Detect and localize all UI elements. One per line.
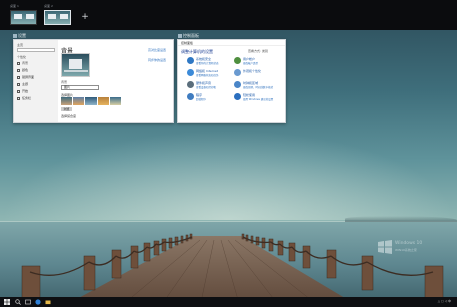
sidebar-item-themes[interactable]: 主题 — [17, 82, 28, 86]
preview-taskbar — [64, 70, 88, 72]
desktop-1-label: 桌面 1 — [10, 4, 19, 8]
cp-item-programs[interactable]: 程序 卸载程序 — [187, 93, 233, 105]
picture-thumbnail[interactable] — [97, 97, 109, 105]
sidebar-item-colors[interactable]: 颜色 — [17, 68, 28, 72]
mini-window — [60, 14, 68, 19]
cp-item-sub: 查看你的计算机状态 — [196, 62, 219, 65]
programs-icon — [187, 93, 194, 100]
sidebar-item-background[interactable]: 背景 — [17, 61, 28, 65]
brush-icon — [17, 82, 20, 86]
sky-glow — [0, 130, 457, 220]
windows-start-icon[interactable] — [4, 299, 10, 305]
settings-sidebar: 主页 个性化 背景 颜色 锁屏界面 主题 开始 任务栏 — [14, 40, 58, 122]
sidebar-item-taskbar[interactable]: 任务栏 — [17, 96, 31, 100]
mini-window — [14, 14, 22, 19]
view-by-dropdown[interactable]: 查看方式: 类别 — [248, 49, 268, 53]
cp-item-hardware[interactable]: 硬件和声音 查看设备和打印机 — [187, 81, 233, 93]
sidebar-item-lock-screen[interactable]: 锁屏界面 — [17, 75, 34, 79]
picture-thumbnail[interactable] — [73, 97, 85, 105]
cp-item-title: 外观和个性化 — [243, 69, 262, 73]
mini-window — [48, 14, 56, 19]
settings-main: 背景 高对比度设置 同步你的设置 背景 图片 选择图片 浏览 选择契合度 — [58, 40, 173, 122]
printer-icon — [187, 81, 194, 88]
desktop-2-thumbnail[interactable] — [44, 10, 71, 25]
sidebar-item-label: 任务栏 — [22, 96, 32, 100]
fit-label: 选择契合度 — [61, 114, 77, 118]
cp-item-sub: 卸载程序 — [196, 98, 207, 101]
picture-thumbnail[interactable] — [85, 97, 97, 105]
virtual-desktops-bar: 桌面 1 桌面 2 + — [0, 0, 457, 30]
background-dropdown[interactable]: 图片 — [61, 85, 99, 90]
background-preview — [61, 53, 90, 77]
accessibility-icon — [234, 93, 241, 100]
cp-item-ease-of-access[interactable]: 轻松使用 使用 Windows 建议的设置 — [234, 93, 280, 105]
address-bar-text: 控制面板 — [181, 41, 194, 45]
file-explorer-icon[interactable] — [45, 299, 51, 305]
appearance-icon — [234, 69, 241, 76]
start-icon — [17, 89, 20, 93]
cp-item-user-accounts[interactable]: 用户帐户 更改帐户类型 — [234, 57, 280, 69]
shield-icon — [187, 57, 194, 64]
globe-icon — [187, 69, 194, 76]
control-panel-window-title: 控制面板 — [183, 33, 199, 38]
sidebar-item-label: 背景 — [22, 61, 29, 65]
cp-item-network[interactable]: 网络和 Internet 查看网络状态和任务 — [187, 69, 233, 81]
taskbar: △ ▢ ◁ 中 — [0, 297, 457, 307]
control-panel-window[interactable]: 控制面板 调整计算机的设置 查看方式: 类别 系统和安全 查看你的计算机状态 网… — [177, 39, 286, 123]
watermark: Windows 10 WIN10系统之家 — [378, 240, 438, 262]
sync-settings-link[interactable]: 同步你的设置 — [148, 58, 166, 62]
task-view-icon[interactable] — [25, 299, 31, 305]
watermark-title: Windows 10 — [395, 241, 423, 246]
picture-thumbnails — [61, 97, 122, 105]
control-panel-icon — [178, 34, 182, 38]
high-contrast-link[interactable]: 高对比度设置 — [148, 48, 166, 52]
settings-search-input[interactable] — [17, 48, 55, 52]
settings-section-title: 个性化 — [17, 55, 27, 59]
control-panel-address-bar: 控制面板 — [178, 40, 285, 46]
browse-button[interactable]: 浏览 — [61, 107, 72, 111]
desktop-2-label: 桌面 2 — [44, 4, 53, 8]
watermark-subtitle: WIN10系统之家 — [395, 248, 417, 252]
cp-item-sub: 查看设备和打印机 — [196, 86, 217, 89]
sidebar-item-label: 颜色 — [22, 68, 29, 72]
monitor-icon — [17, 75, 20, 79]
desktop-1-thumbnail[interactable] — [10, 10, 37, 25]
clock-icon — [234, 81, 241, 88]
cp-item-system-security[interactable]: 系统和安全 查看你的计算机状态 — [187, 57, 233, 69]
preview-window — [69, 59, 82, 69]
picture-thumbnail[interactable] — [109, 97, 122, 105]
sidebar-item-label: 主题 — [22, 82, 29, 86]
cp-item-sub: 查看网络状态和任务 — [196, 74, 219, 77]
control-panel-heading: 调整计算机的设置 — [181, 49, 213, 54]
settings-window-title: 设置 — [18, 33, 26, 38]
mini-window — [26, 14, 34, 19]
cp-item-sub: 使用 Windows 建议的设置 — [243, 98, 274, 101]
sidebar-item-label: 开始 — [22, 89, 29, 93]
cp-item-clock-region[interactable]: 时钟和区域 更改日期、时间或数字格式 — [234, 81, 280, 93]
cp-item-appearance[interactable]: 外观和个性化 — [234, 69, 280, 81]
taskbar-icon — [17, 96, 20, 100]
settings-home-link[interactable]: 主页 — [17, 43, 47, 47]
sidebar-item-start[interactable]: 开始 — [17, 89, 28, 93]
sea — [0, 222, 457, 307]
system-tray[interactable]: △ ▢ ◁ 中 — [438, 299, 451, 303]
users-icon — [234, 57, 241, 64]
palette-icon — [17, 68, 20, 72]
sidebar-item-label: 锁屏界面 — [22, 75, 35, 79]
picture-thumbnail[interactable] — [61, 97, 73, 105]
settings-window[interactable]: 主页 个性化 背景 颜色 锁屏界面 主题 开始 任务栏 背景 高对比度设置 同步… — [13, 39, 174, 123]
watermark-logo-icon — [378, 240, 392, 254]
gear-icon — [13, 34, 17, 38]
cp-item-sub: 更改帐户类型 — [243, 62, 259, 65]
cp-item-sub: 更改日期、时间或数字格式 — [243, 86, 274, 89]
search-icon[interactable] — [15, 299, 21, 305]
new-desktop-button[interactable]: + — [80, 12, 90, 22]
edge-browser-icon[interactable] — [35, 299, 41, 305]
background-label: 背景 — [61, 80, 68, 84]
picture-icon — [17, 61, 20, 65]
